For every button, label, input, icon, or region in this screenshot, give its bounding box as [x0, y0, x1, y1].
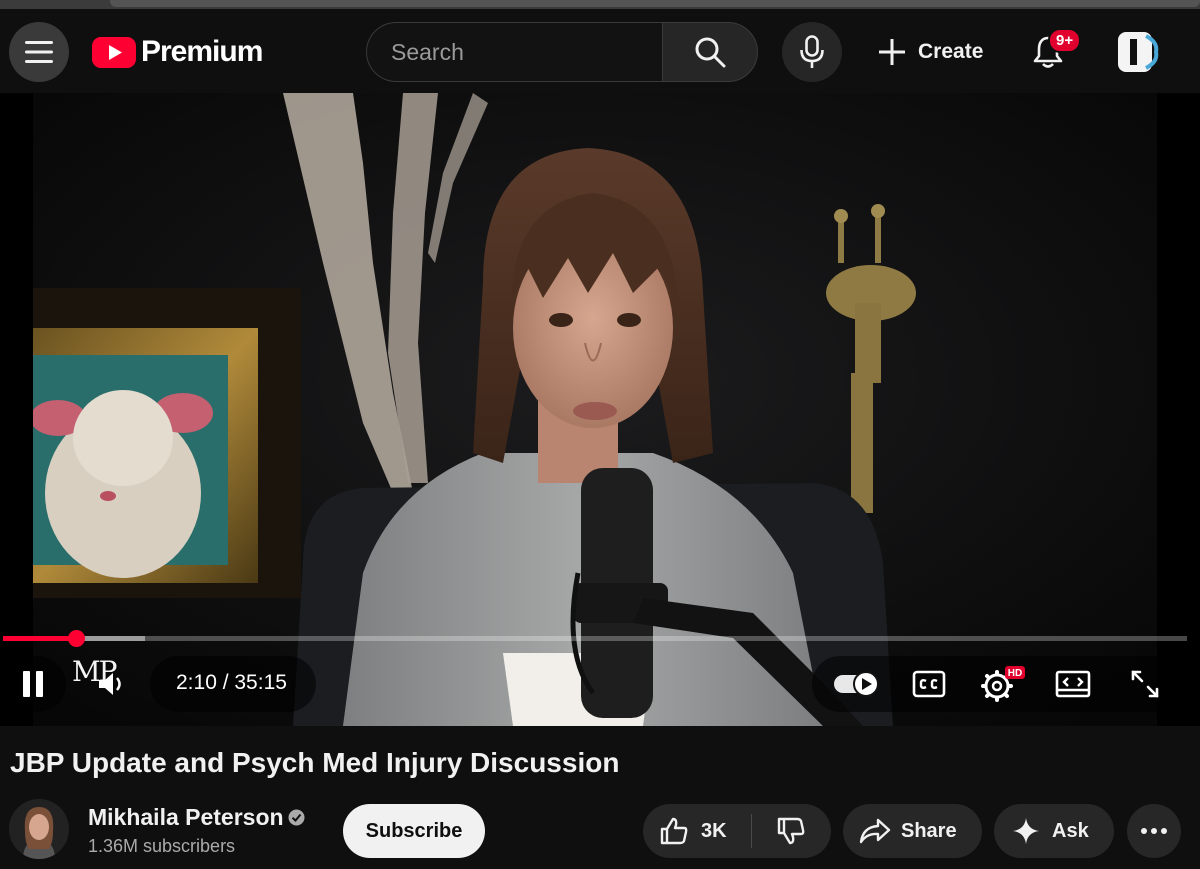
hamburger-menu-icon — [25, 41, 53, 63]
notification-count-badge: 9+ — [1048, 28, 1082, 53]
pause-button[interactable] — [8, 659, 58, 709]
verified-icon — [288, 809, 305, 826]
masthead: Premium Create 9+ — [0, 9, 1200, 93]
channel-avatar-image — [9, 799, 69, 859]
thumbs-down-icon — [777, 817, 805, 845]
share-icon — [859, 818, 891, 844]
notifications-button[interactable]: 9+ — [1018, 22, 1082, 82]
share-label: Share — [901, 819, 957, 842]
settings-button[interactable]: HD — [976, 661, 1028, 707]
progress-played — [3, 636, 77, 641]
pause-icon — [23, 671, 43, 697]
channel-avatar[interactable] — [9, 799, 69, 859]
autoplay-toggle[interactable] — [828, 663, 884, 705]
settings-icon: HD — [981, 666, 1025, 702]
autoplay-toggle-icon — [834, 671, 879, 697]
theater-mode-icon — [1055, 670, 1091, 698]
video-still-image — [33, 93, 1157, 726]
captions-icon — [912, 670, 946, 698]
create-button[interactable]: Create — [866, 22, 995, 82]
captions-button[interactable] — [906, 663, 952, 705]
volume-icon — [99, 673, 121, 695]
browser-tab-strip — [0, 0, 1200, 9]
ask-label: Ask — [1052, 819, 1089, 842]
search-input[interactable] — [391, 38, 631, 66]
search-button[interactable] — [662, 22, 758, 82]
youtube-premium-logo[interactable]: Premium — [92, 35, 263, 69]
youtube-logo-icon — [92, 36, 136, 68]
thumbs-up-icon — [660, 817, 688, 845]
like-count: 3K — [701, 819, 727, 842]
more-icon — [1141, 828, 1167, 834]
search-icon — [695, 37, 726, 68]
ask-button[interactable]: Ask — [994, 804, 1114, 858]
channel-name[interactable]: Mikhaila Peterson — [88, 804, 284, 831]
share-button[interactable]: Share — [843, 804, 982, 858]
subscribe-button[interactable]: Subscribe — [343, 804, 485, 858]
video-player[interactable]: MP 2:10 / 35:15 HD — [0, 93, 1200, 726]
subscriber-count: 1.36M subscribers — [88, 836, 236, 856]
time-display: 2:10 / 35:15 — [176, 671, 287, 694]
more-actions-button[interactable] — [1127, 804, 1181, 858]
fullscreen-icon — [1131, 670, 1159, 698]
mute-button[interactable] — [88, 661, 134, 707]
voice-search-button[interactable] — [782, 22, 842, 82]
quality-badge: HD — [1008, 668, 1022, 679]
dislike-button[interactable] — [752, 816, 830, 846]
video-title: JBP Update and Psych Med Injury Discussi… — [10, 747, 620, 778]
microphone-icon — [800, 35, 824, 68]
verified-badge — [288, 809, 305, 831]
logo-text: Premium — [141, 35, 263, 68]
like-button[interactable]: 3K — [643, 816, 751, 846]
sparkle-icon — [1013, 818, 1039, 844]
theater-mode-button[interactable] — [1048, 663, 1098, 705]
account-icon — [1118, 32, 1159, 72]
create-label: Create — [918, 40, 984, 63]
account-button[interactable] — [1108, 22, 1168, 82]
plus-icon — [879, 39, 905, 65]
like-dislike-group: 3K — [643, 804, 831, 858]
progress-bar[interactable] — [3, 630, 1187, 647]
browser-tab[interactable] — [110, 0, 1200, 7]
fullscreen-button[interactable] — [1122, 663, 1168, 705]
search-box[interactable] — [366, 22, 662, 82]
video-frame[interactable] — [33, 93, 1157, 726]
guide-menu-button[interactable] — [9, 22, 69, 82]
